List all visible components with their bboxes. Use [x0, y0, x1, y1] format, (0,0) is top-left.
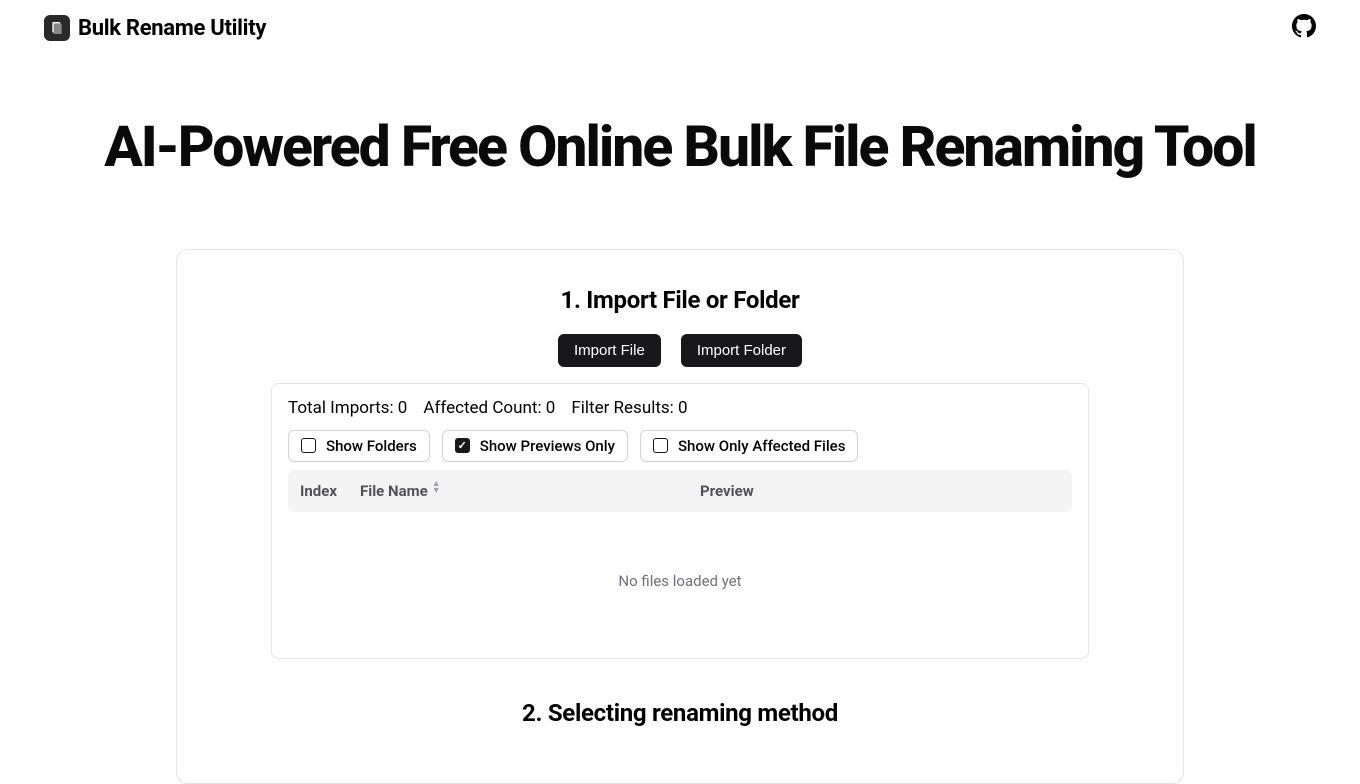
header-left: Bulk Rename Utility: [44, 15, 266, 41]
app-logo-icon: [44, 15, 70, 41]
github-link[interactable]: [1292, 14, 1316, 42]
section1-title: 1. Import File or Folder: [213, 286, 1147, 314]
stat-total-imports: Total Imports: 0: [288, 398, 407, 418]
github-icon: [1292, 14, 1316, 38]
table-empty-state: No files loaded yet: [288, 512, 1072, 650]
th-filename-label: File Name: [360, 482, 428, 500]
import-file-button[interactable]: Import File: [558, 334, 661, 367]
stat-filter-results: Filter Results: 0: [571, 398, 687, 418]
stat-affected-count: Affected Count: 0: [423, 398, 555, 418]
file-table: Index File Name ▲ ▼ Preview No files loa…: [288, 470, 1072, 650]
th-filename[interactable]: File Name ▲ ▼: [360, 482, 700, 500]
checkbox-icon: [301, 438, 316, 453]
toggle-show-only-affected[interactable]: Show Only Affected Files: [640, 430, 858, 462]
main-card: 1. Import File or Folder Import File Imp…: [176, 249, 1184, 784]
toggle-label: Show Previews Only: [480, 437, 615, 455]
table-header: Index File Name ▲ ▼ Preview: [288, 470, 1072, 512]
hero-section: AI-Powered Free Online Bulk File Renamin…: [0, 56, 1360, 249]
sort-icon: ▲ ▼: [432, 484, 441, 498]
toggle-show-previews-only[interactable]: Show Previews Only: [442, 430, 628, 462]
toggle-label: Show Only Affected Files: [678, 437, 845, 455]
checkbox-icon: [455, 438, 470, 453]
toggle-show-folders[interactable]: Show Folders: [288, 430, 430, 462]
checkbox-icon: [653, 438, 668, 453]
app-header: Bulk Rename Utility: [0, 0, 1360, 56]
section2-title: 2. Selecting renaming method: [213, 699, 1147, 727]
stats-row: Total Imports: 0 Affected Count: 0 Filte…: [280, 398, 1080, 418]
import-folder-button[interactable]: Import Folder: [681, 334, 802, 367]
th-preview[interactable]: Preview: [700, 482, 1060, 500]
section-spacer: [213, 659, 1147, 699]
th-index[interactable]: Index: [300, 482, 360, 500]
hero-title: AI-Powered Free Online Bulk File Renamin…: [40, 116, 1320, 179]
import-button-row: Import File Import Folder: [213, 334, 1147, 367]
toggle-row: Show Folders Show Previews Only Show Onl…: [280, 430, 1080, 462]
toggle-label: Show Folders: [326, 437, 417, 455]
app-title: Bulk Rename Utility: [78, 16, 266, 41]
file-list-card: Total Imports: 0 Affected Count: 0 Filte…: [271, 383, 1089, 659]
